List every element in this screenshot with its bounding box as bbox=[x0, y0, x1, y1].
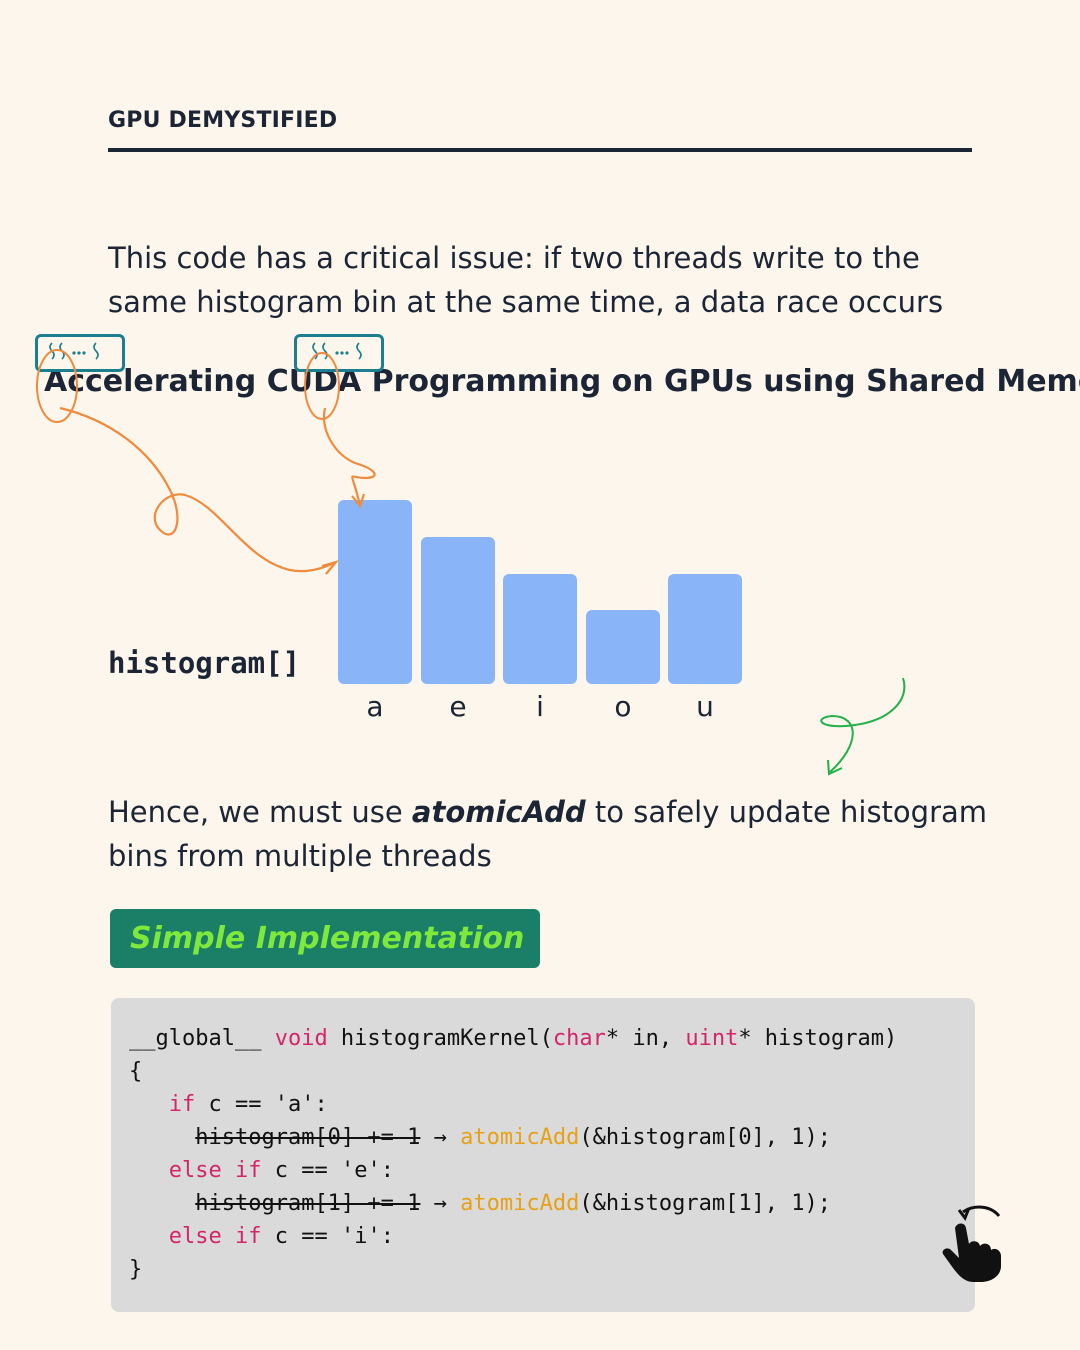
code-token: c == 'i': bbox=[261, 1224, 394, 1249]
code-token: __global__ bbox=[129, 1026, 275, 1051]
code-line: histogram[1] += 1 → atomicAdd(&histogram… bbox=[129, 1187, 975, 1220]
section-header: GPU DEMYSTIFIED bbox=[108, 108, 338, 133]
code-token: c == 'a': bbox=[195, 1092, 328, 1117]
race-arrow bbox=[322, 407, 376, 506]
code-keyword: uint bbox=[685, 1026, 739, 1051]
code-keyword: void bbox=[274, 1026, 328, 1051]
code-line: { bbox=[129, 1059, 143, 1084]
code-token: (&histogram[0], 1); bbox=[579, 1125, 832, 1150]
title-text: Accelerating CUDA Programming on GPUs us… bbox=[44, 364, 1080, 399]
race-arrow bbox=[59, 406, 337, 573]
code-line: else if c == 'e': bbox=[129, 1154, 975, 1187]
histogram-bin-label: u bbox=[696, 690, 714, 723]
implementation-badge: Simple Implementation bbox=[110, 909, 540, 968]
code-token: histogramKernel( bbox=[327, 1026, 553, 1051]
code-token: c == 'e': bbox=[261, 1158, 394, 1183]
hence-emphasis: atomicAdd bbox=[411, 795, 586, 829]
histogram-bin-label: a bbox=[366, 690, 384, 723]
code-line: __global__ void histogramKernel(char* in… bbox=[129, 1022, 975, 1055]
histogram-bin-label: e bbox=[449, 690, 467, 723]
histogram-bar-a bbox=[338, 500, 412, 684]
replace-arrow: → bbox=[420, 1125, 461, 1150]
code-keyword: if bbox=[234, 1224, 262, 1249]
replace-arrow: → bbox=[420, 1191, 461, 1216]
code-line: } bbox=[129, 1257, 143, 1282]
pointing-hand-icon bbox=[942, 1205, 1001, 1282]
code-keyword: if bbox=[168, 1092, 196, 1117]
histogram-bar-u bbox=[668, 574, 742, 684]
hence-text: Hence, we must use atomicAdd to safely u… bbox=[108, 790, 988, 878]
histogram-bar-e bbox=[421, 537, 495, 684]
header-rule bbox=[108, 148, 972, 152]
code-function: atomicAdd bbox=[460, 1191, 580, 1216]
code-token: * histogram) bbox=[738, 1026, 898, 1051]
histogram-label: histogram[] bbox=[108, 646, 301, 680]
code-block: __global__ void histogramKernel(char* in… bbox=[111, 998, 975, 1312]
code-line: if c == 'a': bbox=[129, 1088, 975, 1121]
histogram-bar-o bbox=[586, 610, 660, 684]
code-line: histogram[0] += 1 → atomicAdd(&histogram… bbox=[129, 1121, 975, 1154]
histogram-bin-label: i bbox=[536, 690, 544, 723]
removed-code: histogram[0] += 1 bbox=[195, 1125, 421, 1150]
histogram-bin-label: o bbox=[614, 690, 632, 723]
thread-group-icon bbox=[35, 334, 125, 372]
hence-before: Hence, we must use bbox=[108, 795, 412, 829]
histogram-bar-i bbox=[503, 574, 577, 684]
code-keyword: char bbox=[552, 1026, 606, 1051]
code-keyword: else bbox=[168, 1224, 222, 1249]
code-token: * in, bbox=[605, 1026, 686, 1051]
intro-text: This code has a critical issue: if two t… bbox=[108, 241, 944, 319]
hint-arrow bbox=[820, 677, 906, 773]
code-token: (&histogram[1], 1); bbox=[579, 1191, 832, 1216]
code-function: atomicAdd bbox=[460, 1125, 580, 1150]
code-line: else if c == 'i': bbox=[129, 1220, 975, 1253]
code-keyword: if bbox=[234, 1158, 262, 1183]
code-keyword: else bbox=[168, 1158, 222, 1183]
removed-code: histogram[1] += 1 bbox=[195, 1191, 421, 1216]
thread-group-icon bbox=[294, 334, 384, 372]
